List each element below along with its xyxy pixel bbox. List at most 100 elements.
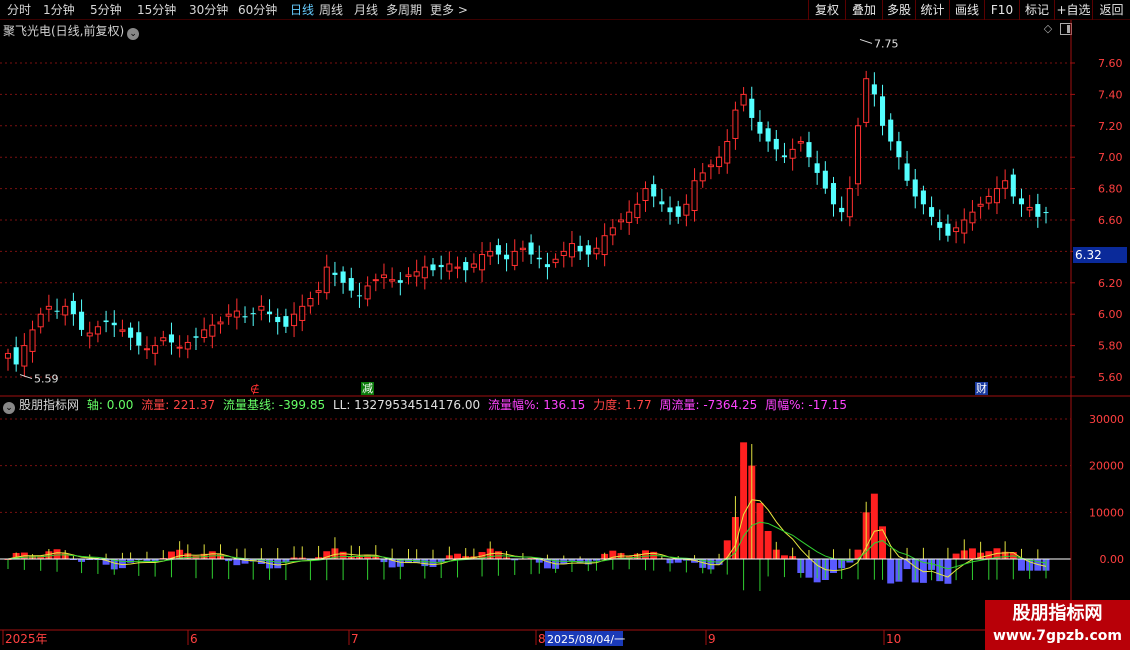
candle-body-up	[601, 235, 608, 256]
flow-bar	[887, 559, 895, 584]
candle-body-up	[176, 346, 183, 349]
candle-body-up	[364, 285, 371, 300]
candle-body-down	[1018, 198, 1025, 205]
candle-body-up	[609, 227, 616, 236]
flow-bar	[233, 559, 241, 566]
candle-body-up	[593, 247, 600, 255]
candle-body-down	[937, 222, 943, 228]
candle-body-up	[209, 324, 216, 337]
candle-body-down	[495, 245, 501, 255]
candle-body-up	[961, 219, 968, 234]
candle-body-up	[4, 352, 12, 359]
candle-body-up	[977, 203, 984, 207]
candle-body-down	[528, 242, 534, 255]
candle-body-down	[544, 264, 550, 268]
price-tick-label: 7.20	[1098, 120, 1123, 133]
candle-body-up	[691, 180, 698, 212]
candle-body-up	[454, 266, 461, 269]
candle-body-down	[103, 320, 109, 323]
candle-body-up	[683, 203, 690, 216]
candle-body-up	[29, 329, 36, 352]
candle-body-up	[568, 243, 575, 258]
candle-body-up	[160, 337, 167, 342]
flow-bar	[208, 551, 216, 559]
candle-body-up	[225, 313, 232, 317]
candle-body-up	[969, 211, 976, 224]
kline-chart[interactable]: 7.607.407.207.006.806.606.406.206.005.80…	[0, 0, 1130, 650]
price-tick-label: 7.60	[1098, 57, 1123, 70]
indicator-tick-label: 30000	[1089, 413, 1124, 426]
indicator-header[interactable]: ⌄ 股朋指标网 轴: 0.00 流量: 221.37 流量基线: -399.85 …	[3, 398, 851, 414]
candle-body-up	[626, 211, 633, 223]
candle-body-down	[111, 322, 117, 326]
candle-body-up	[797, 141, 804, 144]
event-marker-blue: 财	[975, 382, 988, 395]
high-pointer	[859, 38, 873, 44]
candle-body-down	[193, 336, 199, 338]
candle-body-up	[1002, 180, 1009, 189]
ind-weekly-pct: 周幅%: -17.15	[765, 398, 848, 412]
candle-body-up	[707, 164, 714, 168]
flow-bar	[1018, 559, 1025, 571]
candle-body-up	[86, 332, 93, 337]
low-price-label: 5.59	[34, 373, 59, 386]
candle-body-up	[62, 305, 69, 316]
candle-body-down	[168, 334, 174, 343]
candle-body-down	[880, 96, 886, 126]
flow-bar	[274, 559, 282, 569]
flow-bar	[756, 503, 764, 559]
candle-body-up	[233, 310, 240, 318]
candle-body-up	[953, 227, 960, 233]
candle-body-down	[781, 155, 787, 158]
date-label: 6	[190, 632, 198, 646]
price-tick-label: 6.20	[1098, 277, 1123, 290]
flow-bar	[127, 559, 135, 563]
candle-body-down	[912, 179, 918, 197]
candle-body-up	[985, 195, 992, 204]
candle-body-up	[617, 219, 625, 223]
candle-body-down	[577, 245, 583, 252]
candle-body-up	[1026, 206, 1033, 211]
date-label: 9	[708, 632, 716, 646]
ind-weekly-flow: 周流量: -7364.25	[659, 398, 758, 412]
price-tick-label: 5.60	[1098, 371, 1123, 384]
candle-body-down	[536, 257, 542, 260]
price-tick-label: 6.80	[1098, 183, 1123, 196]
candle-body-down	[348, 278, 354, 291]
flow-bar	[118, 559, 126, 569]
candle-body-down	[283, 316, 289, 327]
date-label: 8	[538, 632, 546, 646]
candle-body-down	[904, 163, 910, 181]
candle-body-up	[37, 313, 44, 328]
candle-body-down	[430, 264, 436, 271]
gear-icon[interactable]: ⌄	[3, 402, 15, 414]
candle-body-up	[94, 326, 101, 335]
candle-body-down	[332, 272, 338, 275]
candle-body-down	[438, 264, 444, 268]
candle-body-down	[765, 128, 771, 142]
current-price-label: 6.32	[1073, 247, 1127, 263]
ind-flow-baseline: 流量基线: -399.85	[222, 398, 326, 412]
candle-body-down	[267, 311, 273, 315]
candle-body-up	[389, 279, 396, 282]
candle-body-down	[340, 271, 346, 283]
candle-body-down	[250, 313, 256, 315]
cursor-date-label: 2025/08/04/一	[547, 633, 625, 646]
candle-body-down	[585, 245, 591, 255]
date-label: 7	[351, 632, 359, 646]
event-marker-green: 减	[361, 382, 374, 395]
candle-body-down	[888, 119, 894, 142]
candle-body-up	[413, 271, 420, 277]
candle-body-up	[724, 141, 731, 164]
event-marker-red: ∉	[250, 383, 260, 396]
candle-body-up	[519, 247, 526, 251]
candle-body-up	[45, 305, 52, 310]
candle-body-down	[54, 310, 60, 312]
candle-body-down	[773, 138, 779, 150]
candle-body-down	[356, 295, 362, 297]
candle-body-down	[13, 347, 19, 365]
flow-bar	[805, 559, 813, 578]
candle-body-up	[716, 156, 723, 168]
ind-strength: 力度: 1.77	[593, 398, 652, 412]
candle-body-down	[463, 261, 469, 271]
